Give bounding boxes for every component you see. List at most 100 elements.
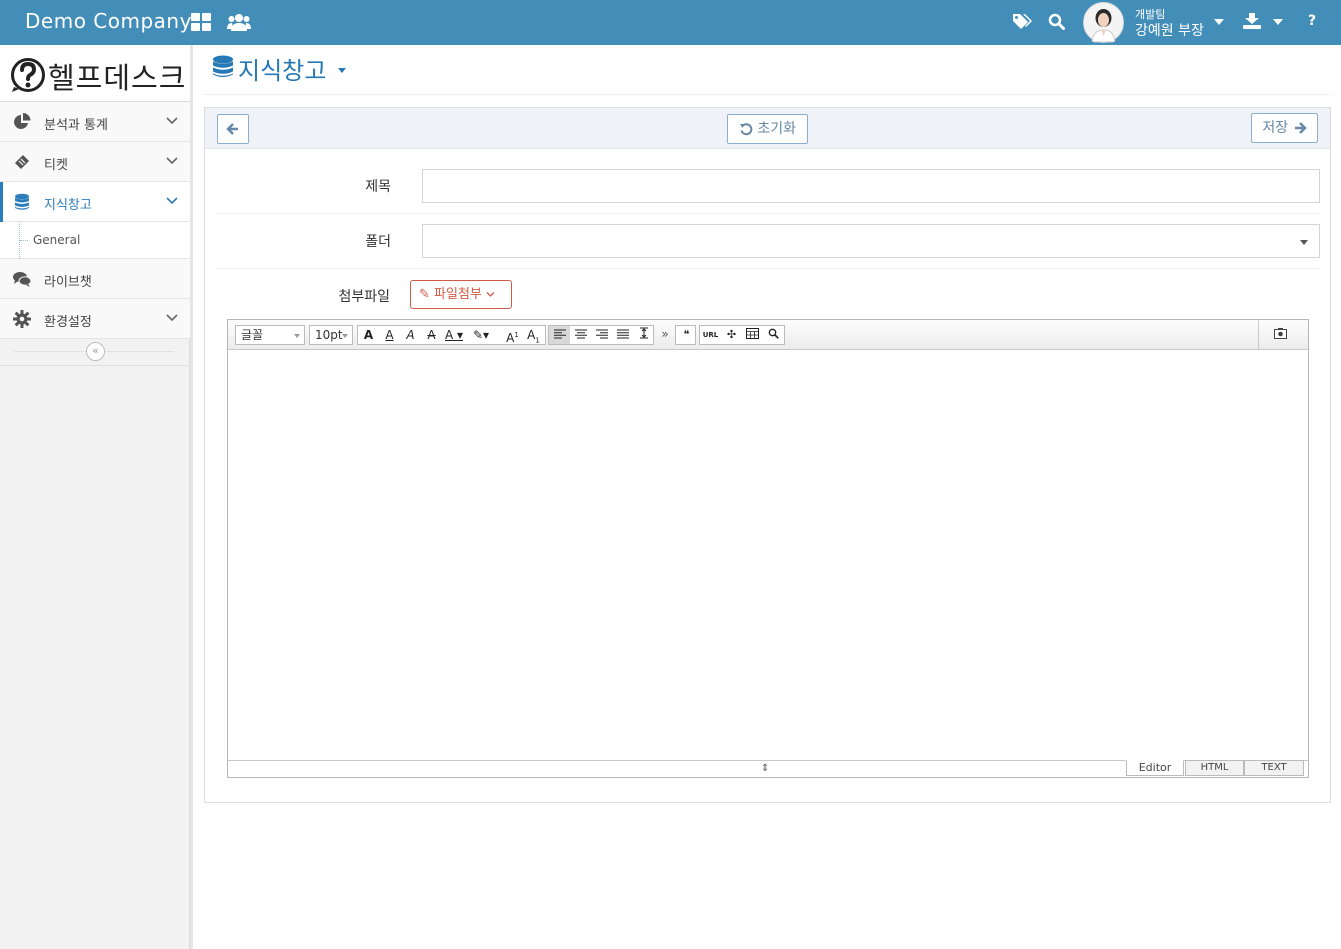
page-header: 지식창고 bbox=[204, 45, 1330, 95]
subscript-icon[interactable]: A1 bbox=[523, 326, 544, 344]
tab-editor[interactable]: Editor bbox=[1126, 760, 1184, 776]
sidebar-item-settings[interactable]: 환경설정 bbox=[0, 299, 190, 339]
line-height-icon[interactable] bbox=[633, 326, 654, 344]
user-name[interactable]: 강예원 부장 bbox=[1135, 20, 1204, 40]
more-tools-icon[interactable]: » bbox=[658, 325, 672, 343]
alignment-group bbox=[548, 325, 654, 345]
strikethrough-icon[interactable]: A bbox=[421, 326, 442, 344]
dropdown-arrow-icon bbox=[294, 334, 300, 338]
bold-icon[interactable]: A bbox=[358, 326, 379, 344]
logo-text: 헬프데스크 bbox=[48, 61, 187, 95]
database-icon bbox=[212, 55, 234, 79]
sidebar-item-livechat[interactable]: 라이브챗 bbox=[0, 259, 190, 299]
subject-input[interactable] bbox=[422, 169, 1320, 203]
insert-group: URL ✣ bbox=[699, 325, 785, 345]
sidebar-item-label: 라이브챗 bbox=[44, 275, 92, 290]
save-label: 저장 bbox=[1262, 120, 1289, 136]
top-navbar: Demo Company 개발팀 강예원 부장 ? bbox=[0, 0, 1341, 45]
user-menu-caret-icon[interactable] bbox=[1214, 19, 1224, 25]
chat-icon bbox=[13, 270, 32, 288]
download-caret-icon[interactable] bbox=[1273, 19, 1283, 25]
quote-group: ❝ bbox=[675, 325, 696, 345]
align-left-icon[interactable] bbox=[549, 326, 570, 344]
resize-handle-icon[interactable]: ⇕ bbox=[761, 763, 769, 774]
subject-label: 제목 bbox=[365, 179, 391, 195]
sidebar-item-knowledge-base[interactable]: 지식창고 bbox=[0, 182, 190, 222]
form-toolbar: 초기화 저장 bbox=[205, 108, 1330, 149]
database-icon bbox=[13, 193, 31, 211]
rich-text-editor: 글꼴 10pt A A A A A ▾ ✎▾ A1 A1 » ❝ URL ✣ ⇕… bbox=[227, 319, 1309, 778]
chevron-down-icon bbox=[165, 194, 179, 208]
folder-label: 폴더 bbox=[365, 234, 391, 250]
attach-file-button[interactable]: ✎ 파일첨부 bbox=[410, 280, 512, 309]
reset-label: 초기화 bbox=[757, 121, 797, 137]
download-icon[interactable] bbox=[1243, 13, 1261, 29]
sidebar-item-analytics[interactable]: 분석과 통계 bbox=[0, 102, 190, 142]
attach-file-label: 파일첨부 bbox=[434, 287, 482, 302]
editor-toolbar: 글꼴 10pt A A A A A ▾ ✎▾ A1 A1 » ❝ URL ✣ bbox=[228, 320, 1308, 350]
chevron-down-icon bbox=[165, 114, 179, 128]
sidebar: 헬프데스크 분석과 통계 티켓 지식창고 General 라이브챗 환경설정 « bbox=[0, 45, 190, 949]
attachment-label: 첨부파일 bbox=[338, 289, 390, 305]
tags-icon[interactable] bbox=[1012, 13, 1032, 29]
help-icon[interactable]: ? bbox=[1308, 13, 1316, 29]
sidebar-item-label: 티켓 bbox=[44, 158, 68, 173]
sidebar-edge bbox=[190, 45, 193, 949]
sidebar-item-label: 지식창고 bbox=[44, 198, 92, 213]
image-upload-icon[interactable] bbox=[1270, 326, 1291, 344]
dropdown-arrow-icon bbox=[342, 334, 348, 338]
blockquote-icon[interactable]: ❝ bbox=[676, 326, 697, 344]
special-char-icon[interactable]: ✣ bbox=[721, 326, 742, 344]
arrow-left-icon bbox=[226, 123, 238, 135]
search-icon[interactable] bbox=[1048, 13, 1065, 30]
font-size-select[interactable]: 10pt bbox=[309, 325, 353, 345]
font-size-value: 10pt bbox=[315, 328, 343, 342]
editor-footer: ⇕ Editor HTML TEXT bbox=[228, 760, 1308, 777]
chevron-down-icon bbox=[165, 154, 179, 168]
highlight-color-icon[interactable]: ✎▾ bbox=[468, 326, 494, 344]
users-icon[interactable] bbox=[227, 13, 251, 31]
font-color-icon[interactable]: A ▾ bbox=[442, 326, 466, 344]
back-button[interactable] bbox=[217, 114, 249, 144]
title-caret-icon[interactable] bbox=[338, 68, 346, 73]
editor-content-area[interactable] bbox=[228, 350, 1308, 760]
tree-branch bbox=[20, 240, 28, 241]
font-family-select[interactable]: 글꼴 bbox=[235, 325, 305, 345]
dashboard-grid-icon[interactable] bbox=[191, 13, 211, 31]
find-icon[interactable] bbox=[763, 326, 784, 344]
paperclip-icon: ✎ bbox=[419, 287, 430, 302]
font-family-value: 글꼴 bbox=[241, 328, 264, 342]
chevron-down-icon bbox=[486, 292, 495, 297]
sidebar-collapse-bar: « bbox=[0, 338, 190, 366]
toolbar-divider bbox=[1258, 320, 1259, 350]
align-center-icon[interactable] bbox=[570, 326, 591, 344]
sidebar-item-label: 환경설정 bbox=[44, 315, 92, 330]
link-icon[interactable]: URL bbox=[700, 326, 721, 344]
collapse-sidebar-icon[interactable]: « bbox=[86, 342, 105, 361]
reset-button[interactable]: 초기화 bbox=[727, 114, 808, 144]
select-caret-icon bbox=[1300, 240, 1308, 245]
ticket-icon bbox=[13, 153, 31, 171]
save-button[interactable]: 저장 bbox=[1251, 113, 1318, 143]
align-justify-icon[interactable] bbox=[612, 326, 633, 344]
sidebar-item-tickets[interactable]: 티켓 bbox=[0, 142, 190, 182]
tab-text[interactable]: TEXT bbox=[1244, 760, 1304, 776]
tab-html[interactable]: HTML bbox=[1185, 760, 1244, 776]
table-icon[interactable] bbox=[742, 326, 763, 344]
page-title[interactable]: 지식창고 bbox=[238, 51, 326, 86]
brand-name[interactable]: Demo Company bbox=[25, 9, 192, 33]
chevron-down-icon bbox=[165, 311, 179, 325]
subitem-label: General bbox=[33, 233, 81, 247]
folder-select[interactable] bbox=[422, 224, 1320, 258]
arrow-right-icon bbox=[1294, 122, 1307, 134]
helpdesk-logo[interactable]: 헬프데스크 bbox=[0, 45, 190, 102]
italic-icon[interactable]: A bbox=[400, 326, 421, 344]
user-avatar[interactable] bbox=[1083, 0, 1124, 45]
underline-icon[interactable]: A bbox=[379, 326, 400, 344]
sidebar-subitem-general[interactable]: General bbox=[0, 222, 190, 259]
superscript-icon[interactable]: A1 bbox=[502, 326, 523, 345]
question-logo-icon bbox=[10, 57, 46, 93]
text-format-group: A A A A A ▾ ✎▾ A1 A1 bbox=[357, 325, 546, 345]
sidebar-item-label: 분석과 통계 bbox=[44, 118, 108, 133]
align-right-icon[interactable] bbox=[591, 326, 612, 344]
